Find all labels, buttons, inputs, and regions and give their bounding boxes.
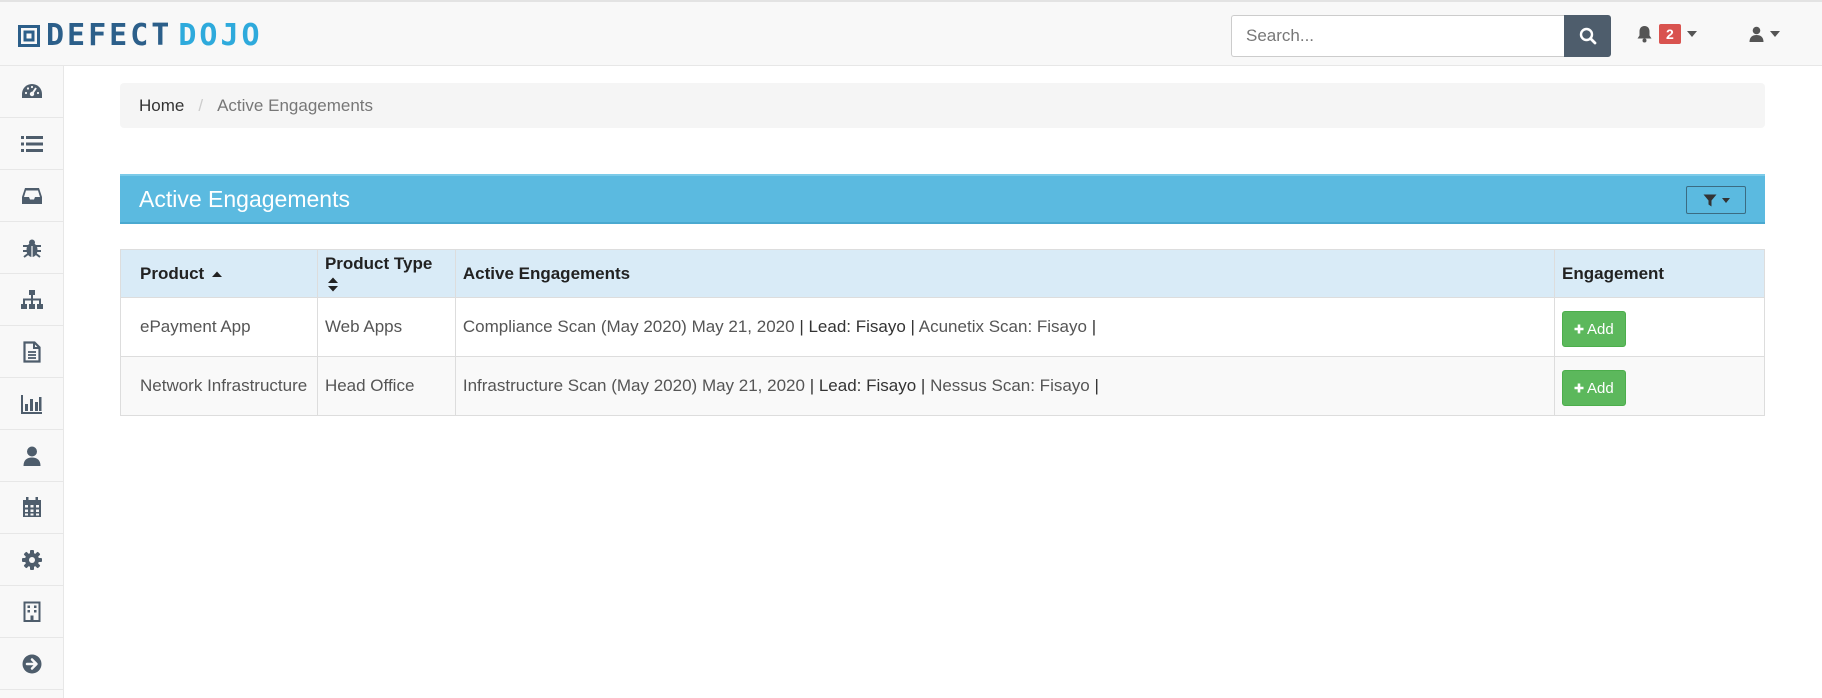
engagement-link[interactable]: Compliance Scan (May 2020) [463, 317, 687, 336]
chevron-down-icon [1770, 31, 1780, 37]
chevron-down-icon [1686, 31, 1697, 37]
sitemap-icon [20, 289, 43, 309]
test-link[interactable]: Acunetix Scan: Fisayo [919, 317, 1087, 336]
notifications-dropdown[interactable]: 2 [1636, 24, 1697, 44]
page-title: Active Engagements [139, 185, 350, 212]
column-header-label: Product [140, 263, 205, 283]
sidebar-item-users[interactable] [0, 430, 63, 482]
add-button-label: Add [1587, 379, 1614, 397]
engagement-date: May 21, 2020 [701, 376, 805, 395]
bell-icon [1637, 26, 1652, 43]
top-navbar: DEFECTDOJO 2 [0, 0, 1822, 66]
inbox-icon [21, 187, 42, 204]
sidebar-item-organization[interactable] [0, 586, 63, 638]
user-icon [23, 446, 40, 466]
logo-text-defect: DEFECT [46, 18, 173, 53]
logo-text-dojo: DOJO [178, 18, 263, 53]
defectdojo-logo[interactable]: DEFECT DOJO [18, 18, 263, 53]
sidebar [0, 66, 64, 698]
breadcrumb-home-link[interactable]: Home [139, 96, 184, 116]
user-icon [1749, 26, 1764, 42]
dashboard-icon [21, 83, 42, 98]
active-engagements-cell: Compliance Scan (May 2020) May 21, 2020 … [454, 297, 1556, 357]
table-row: ePayment App Web Apps Compliance Scan (M… [120, 297, 1765, 357]
test-link[interactable]: Nessus Scan: Fisayo [930, 376, 1090, 395]
add-engagement-button[interactable]: Add [1562, 370, 1626, 406]
column-header-engagement: Engagement [1554, 249, 1765, 298]
separator: | [920, 376, 926, 395]
breadcrumb-current: Active Engagements [217, 95, 374, 115]
search-icon [1579, 27, 1596, 45]
notification-count-badge: 2 [1659, 24, 1681, 44]
separator: | [910, 317, 915, 336]
sidebar-item-engagements[interactable] [0, 170, 63, 222]
sidebar-item-findings[interactable] [0, 222, 63, 274]
bug-icon [22, 239, 41, 258]
file-icon [22, 340, 41, 363]
search-input[interactable] [1231, 15, 1564, 57]
column-header-label: Product Type [324, 253, 433, 273]
search-form [1231, 15, 1611, 57]
panel-header: Active Engagements [120, 174, 1765, 224]
column-header-active-engagements: Active Engagements [454, 249, 1556, 298]
engagement-date: May 21, 2020 [691, 317, 795, 336]
sort-icon [327, 277, 338, 292]
column-header-product-type[interactable]: Product Type [316, 249, 456, 298]
plus-icon [1574, 324, 1584, 334]
sidebar-item-collapse[interactable] [0, 638, 63, 690]
product-type-link[interactable]: Web Apps [316, 297, 456, 357]
filter-icon [1703, 194, 1716, 206]
product-type-link[interactable]: Head Office [316, 356, 456, 416]
sidebar-item-calendar[interactable] [0, 482, 63, 534]
active-engagements-cell: Infrastructure Scan (May 2020) May 21, 2… [454, 356, 1556, 416]
gear-icon [21, 549, 42, 570]
arrow-circle-right-icon [22, 654, 41, 673]
building-icon [23, 601, 40, 622]
filter-dropdown-button[interactable] [1686, 186, 1746, 214]
add-engagement-button[interactable]: Add [1562, 311, 1626, 347]
separator: | [799, 317, 804, 336]
logo-mark-icon [18, 25, 40, 47]
engagement-action-cell: Add [1554, 297, 1765, 357]
separator: | [809, 376, 815, 395]
sidebar-item-products[interactable] [0, 118, 63, 170]
column-header-product[interactable]: Product [120, 249, 318, 298]
search-button[interactable] [1564, 15, 1611, 57]
breadcrumb: Home / Active Engagements [120, 83, 1765, 128]
separator: | [1094, 376, 1099, 395]
separator: | [1091, 317, 1097, 336]
sidebar-item-reports[interactable] [0, 326, 63, 378]
sidebar-item-metrics[interactable] [0, 378, 63, 430]
sidebar-item-components[interactable] [0, 274, 63, 326]
user-menu-dropdown[interactable] [1749, 26, 1780, 42]
engagement-link[interactable]: Infrastructure Scan (May 2020) [463, 376, 697, 395]
bar-chart-icon [20, 394, 42, 414]
add-button-label: Add [1587, 320, 1614, 338]
engagement-lead: Lead: Fisayo [818, 376, 917, 395]
calendar-icon [22, 497, 41, 517]
sidebar-item-dashboard[interactable] [0, 66, 63, 118]
engagements-table: Product Product Type Active Engagements … [120, 249, 1765, 416]
engagement-action-cell: Add [1554, 356, 1765, 416]
product-link[interactable]: ePayment App [120, 297, 318, 357]
table-row: Network Infrastructure Head Office Infra… [120, 356, 1765, 416]
engagement-lead: Lead: Fisayo [808, 317, 906, 336]
chevron-down-icon [1721, 197, 1730, 203]
plus-icon [1574, 383, 1584, 393]
product-link[interactable]: Network Infrastructure [120, 356, 318, 416]
list-icon [20, 135, 43, 152]
table-header-row: Product Product Type Active Engagements … [120, 249, 1765, 298]
sort-asc-icon [211, 271, 222, 277]
breadcrumb-separator: / [198, 95, 204, 115]
sidebar-item-configuration[interactable] [0, 534, 63, 586]
